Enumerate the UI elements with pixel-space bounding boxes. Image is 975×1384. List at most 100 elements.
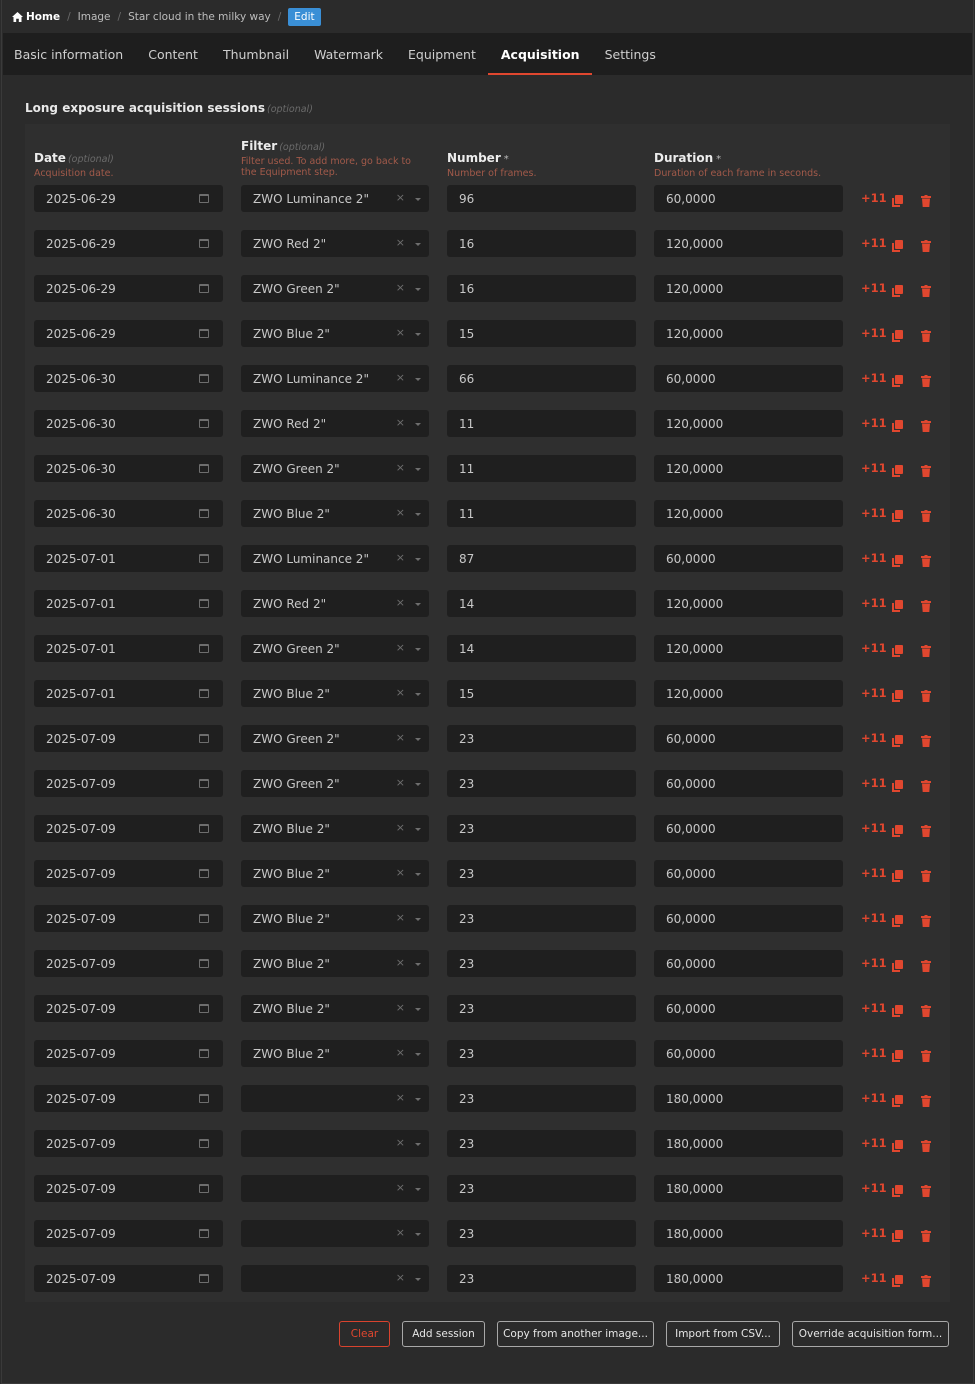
- duplicate-icon[interactable]: [892, 372, 903, 391]
- tab-settings[interactable]: Settings: [592, 33, 668, 75]
- duration-input[interactable]: 60,0000: [654, 905, 843, 932]
- calendar-icon[interactable]: [199, 599, 209, 608]
- filter-select[interactable]: ZWO Blue 2" ×: [241, 815, 429, 842]
- clear-selection-icon[interactable]: ×: [396, 911, 405, 924]
- number-input[interactable]: 11: [447, 500, 636, 527]
- date-input[interactable]: 2025-07-09: [34, 1130, 223, 1157]
- number-input[interactable]: 23: [447, 1130, 636, 1157]
- duplicate-icon[interactable]: [892, 462, 903, 481]
- duplicate-icon[interactable]: [892, 912, 903, 931]
- add-next-button[interactable]: +11: [861, 641, 887, 655]
- clear-selection-icon[interactable]: ×: [396, 866, 405, 879]
- number-input[interactable]: 23: [447, 725, 636, 752]
- number-input[interactable]: 96: [447, 185, 636, 212]
- date-input[interactable]: 2025-07-01: [34, 545, 223, 572]
- calendar-icon[interactable]: [199, 1094, 209, 1103]
- add-next-button[interactable]: +11: [861, 866, 887, 880]
- number-input[interactable]: 66: [447, 365, 636, 392]
- duplicate-icon[interactable]: [892, 1227, 903, 1246]
- calendar-icon[interactable]: [199, 554, 209, 563]
- filter-select[interactable]: ZWO Green 2" ×: [241, 635, 429, 662]
- clear-selection-icon[interactable]: ×: [396, 641, 405, 654]
- duration-input[interactable]: 120,0000: [654, 410, 843, 437]
- duplicate-icon[interactable]: [892, 327, 903, 346]
- date-input[interactable]: 2025-07-09: [34, 995, 223, 1022]
- clear-selection-icon[interactable]: ×: [396, 1271, 405, 1284]
- duration-input[interactable]: 60,0000: [654, 860, 843, 887]
- duplicate-icon[interactable]: [892, 192, 903, 211]
- date-input[interactable]: 2025-07-09: [34, 950, 223, 977]
- clear-selection-icon[interactable]: ×: [396, 461, 405, 474]
- chevron-down-icon[interactable]: [415, 1098, 421, 1101]
- filter-select[interactable]: ZWO Blue 2" ×: [241, 950, 429, 977]
- clear-selection-icon[interactable]: ×: [396, 416, 405, 429]
- add-session-button[interactable]: Add session: [402, 1321, 485, 1347]
- number-input[interactable]: 15: [447, 680, 636, 707]
- date-input[interactable]: 2025-06-29: [34, 320, 223, 347]
- duration-input[interactable]: 120,0000: [654, 500, 843, 527]
- duplicate-icon[interactable]: [892, 867, 903, 886]
- add-next-button[interactable]: +11: [861, 686, 887, 700]
- clear-button[interactable]: Clear: [339, 1321, 390, 1347]
- calendar-icon[interactable]: [199, 239, 209, 248]
- trash-icon[interactable]: [921, 1227, 931, 1246]
- tab-basic-information[interactable]: Basic information: [3, 33, 136, 75]
- date-input[interactable]: 2025-07-01: [34, 635, 223, 662]
- trash-icon[interactable]: [921, 327, 931, 346]
- chevron-down-icon[interactable]: [415, 243, 421, 246]
- duplicate-icon[interactable]: [892, 417, 903, 436]
- trash-icon[interactable]: [921, 912, 931, 931]
- add-next-button[interactable]: +11: [861, 821, 887, 835]
- calendar-icon[interactable]: [199, 464, 209, 473]
- duration-input[interactable]: 60,0000: [654, 545, 843, 572]
- add-next-button[interactable]: +11: [861, 731, 887, 745]
- trash-icon[interactable]: [921, 687, 931, 706]
- filter-select[interactable]: ×: [241, 1085, 429, 1112]
- duration-input[interactable]: 120,0000: [654, 590, 843, 617]
- calendar-icon[interactable]: [199, 329, 209, 338]
- duplicate-icon[interactable]: [892, 237, 903, 256]
- date-input[interactable]: 2025-07-09: [34, 770, 223, 797]
- number-input[interactable]: 15: [447, 320, 636, 347]
- add-next-button[interactable]: +11: [861, 956, 887, 970]
- number-input[interactable]: 23: [447, 770, 636, 797]
- tab-equipment[interactable]: Equipment: [396, 33, 489, 75]
- duplicate-icon[interactable]: [892, 282, 903, 301]
- add-next-button[interactable]: +11: [861, 326, 887, 340]
- filter-select[interactable]: ZWO Red 2" ×: [241, 230, 429, 257]
- chevron-down-icon[interactable]: [415, 603, 421, 606]
- chevron-down-icon[interactable]: [415, 423, 421, 426]
- add-next-button[interactable]: +11: [861, 1226, 887, 1240]
- number-input[interactable]: 16: [447, 275, 636, 302]
- filter-select[interactable]: ZWO Luminance 2" ×: [241, 365, 429, 392]
- chevron-down-icon[interactable]: [415, 873, 421, 876]
- add-next-button[interactable]: +11: [861, 236, 887, 250]
- chevron-down-icon[interactable]: [415, 693, 421, 696]
- breadcrumb-home[interactable]: Home: [12, 11, 60, 23]
- trash-icon[interactable]: [921, 642, 931, 661]
- add-next-button[interactable]: +11: [861, 1046, 887, 1060]
- chevron-down-icon[interactable]: [415, 783, 421, 786]
- duration-input[interactable]: 180,0000: [654, 1265, 843, 1292]
- duration-input[interactable]: 60,0000: [654, 725, 843, 752]
- add-next-button[interactable]: +11: [861, 461, 887, 475]
- clear-selection-icon[interactable]: ×: [396, 956, 405, 969]
- filter-select[interactable]: ZWO Blue 2" ×: [241, 905, 429, 932]
- trash-icon[interactable]: [921, 1182, 931, 1201]
- calendar-icon[interactable]: [199, 1004, 209, 1013]
- filter-select[interactable]: ×: [241, 1130, 429, 1157]
- filter-select[interactable]: ZWO Green 2" ×: [241, 770, 429, 797]
- date-input[interactable]: 2025-07-01: [34, 590, 223, 617]
- chevron-down-icon[interactable]: [415, 1233, 421, 1236]
- date-input[interactable]: 2025-07-09: [34, 1265, 223, 1292]
- tab-thumbnail[interactable]: Thumbnail: [210, 33, 301, 75]
- calendar-icon[interactable]: [199, 734, 209, 743]
- filter-select[interactable]: ×: [241, 1265, 429, 1292]
- filter-select[interactable]: ZWO Green 2" ×: [241, 725, 429, 752]
- trash-icon[interactable]: [921, 192, 931, 211]
- duration-input[interactable]: 60,0000: [654, 815, 843, 842]
- calendar-icon[interactable]: [199, 1229, 209, 1238]
- calendar-icon[interactable]: [199, 419, 209, 428]
- calendar-icon[interactable]: [199, 959, 209, 968]
- chevron-down-icon[interactable]: [415, 1188, 421, 1191]
